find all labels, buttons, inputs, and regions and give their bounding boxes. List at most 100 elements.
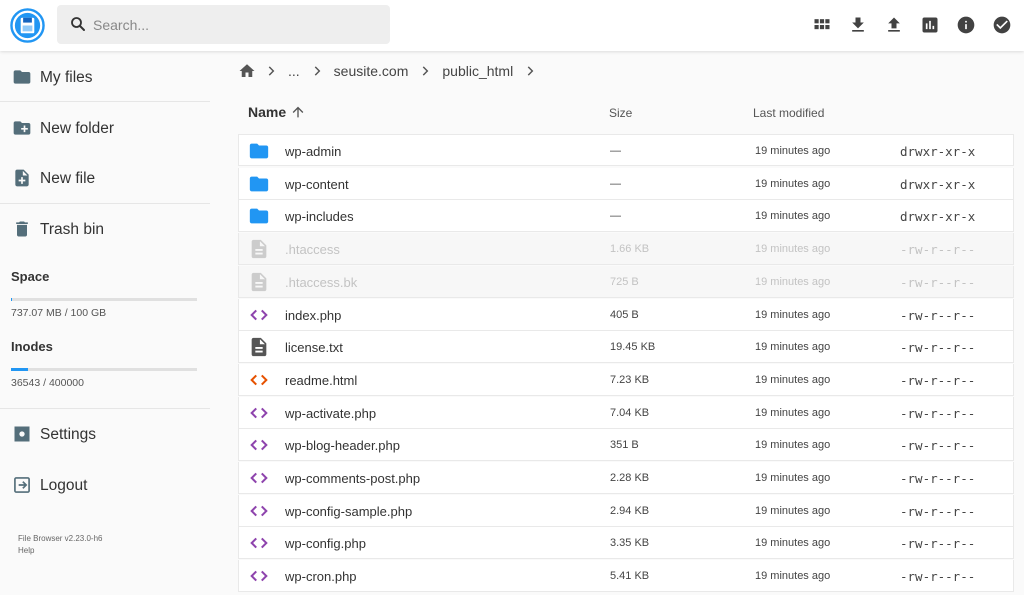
file-modified: 19 minutes ago (755, 210, 831, 223)
top-bar (0, 0, 1024, 51)
search-box[interactable] (57, 5, 390, 44)
file-modified: 19 minutes ago (755, 341, 831, 354)
sort-by-modified[interactable]: Last modified (753, 106, 824, 120)
file-modified: 19 minutes ago (755, 439, 831, 452)
code-icon (248, 565, 270, 587)
table-row[interactable]: wp-blog-header.php 351 B 19 minutes ago -rw… (238, 429, 1014, 462)
floppy-disk-icon[interactable] (10, 8, 45, 43)
table-row[interactable]: license.txt 19.45 KB 19 minutes ago -rw-r--… (238, 331, 1014, 364)
chevron-right-icon (423, 66, 429, 76)
file-permissions: -rw-r--r-- (900, 471, 976, 486)
table-row[interactable]: .htaccess.bk 725 B 19 minutes ago -rw-r--r-… (238, 265, 1014, 298)
sidebar: My files New folder New file Trash bin S… (0, 51, 212, 595)
file-permissions: -rw-r--r-- (900, 274, 976, 290)
sidebar-item-label: Logout (40, 477, 88, 494)
file-modified: 19 minutes ago (755, 275, 831, 288)
inodes-usage-text: 36543 / 400000 (11, 377, 84, 389)
breadcrumb-item[interactable]: public_html (442, 63, 513, 79)
space-usage-text: 737.07 MB / 100 GB (11, 307, 107, 319)
table-row[interactable]: wp-comments-post.php 2.28 KB 19 minutes ag… (238, 462, 1014, 494)
file-name: wp-content (285, 176, 349, 192)
file-size: 405 B (610, 308, 639, 321)
upload-icon[interactable] (882, 13, 906, 37)
code-icon (248, 369, 270, 391)
code-icon (248, 402, 270, 424)
sidebar-item-settings[interactable]: Settings (0, 412, 210, 456)
table-row[interactable]: readme.html 7.23 KB 19 minutes ago -rw-r--r… (238, 363, 1014, 396)
file-name: wp-blog-header.php (285, 438, 400, 454)
file-permissions: drwxr-xr-x (900, 176, 976, 192)
sidebar-item-my-files[interactable]: My files (0, 55, 210, 99)
sidebar-item-label: Trash bin (40, 221, 105, 238)
chevron-right-icon (268, 66, 275, 76)
code-icon (248, 434, 270, 456)
info-icon[interactable] (954, 13, 978, 37)
file-modified: 19 minutes ago (755, 504, 831, 517)
description-icon (248, 336, 270, 358)
sidebar-item-new-file[interactable]: New file (0, 156, 210, 200)
file-modified: 19 minutes ago (755, 373, 831, 386)
file-modified: 19 minutes ago (755, 145, 831, 157)
sort-by-size[interactable]: Size (609, 106, 632, 120)
check-circle-icon[interactable] (990, 13, 1014, 37)
file-size: 725 B (610, 275, 639, 288)
table-row[interactable]: wp-content — 19 minutes ago drwxr-xr-x (238, 167, 1014, 200)
folder-icon (13, 70, 31, 84)
table-row[interactable]: wp-cron.php 5.41 KB 19 minutes ago -rw-r--r… (238, 560, 1014, 593)
table-header: Name Size Last modified (238, 100, 1014, 125)
breadcrumb: ... seusite.com public_html (238, 61, 547, 81)
file-name: .htaccess (285, 242, 340, 258)
table-row[interactable]: wp-admin — 19 minutes ago drwxr-xr-x (238, 134, 1014, 166)
table-row[interactable]: .htaccess 1.66 KB 19 minutes ago -rw-r--r-- (238, 233, 1014, 266)
file-name: wp-config-sample.php (285, 503, 413, 519)
file-name: wp-config.php (285, 536, 366, 552)
grid-view-icon[interactable] (810, 13, 834, 37)
file-name: wp-cron.php (285, 569, 357, 585)
table-row[interactable]: wp-config.php 3.35 KB 19 minutes ago -rw-r-… (238, 527, 1014, 560)
search-input[interactable] (93, 5, 383, 44)
chart-icon[interactable] (918, 13, 942, 37)
sidebar-item-label: My files (40, 69, 93, 86)
file-size: 3.35 KB (610, 537, 650, 550)
sidebar-item-new-folder[interactable]: New folder (0, 106, 210, 150)
divider (0, 408, 210, 409)
file-permissions: drwxr-xr-x (900, 209, 976, 225)
file-modified: 19 minutes ago (755, 308, 831, 321)
file-permissions: -rw-r--r-- (900, 242, 976, 258)
table-row[interactable]: wp-activate.php 7.04 KB 19 minutes ago -rw-… (238, 396, 1014, 429)
credits: File Browser v2.23.0-h6 Help (18, 533, 102, 557)
chevron-right-icon (527, 66, 534, 76)
file-name: wp-admin (285, 144, 342, 159)
sort-by-name[interactable]: Name (248, 104, 286, 120)
file-size: — (610, 177, 621, 190)
file-modified: 19 minutes ago (755, 472, 831, 484)
sidebar-item-logout[interactable]: Logout (0, 463, 210, 507)
file-modified: 19 minutes ago (755, 537, 831, 550)
table-row[interactable]: wp-config-sample.php 2.94 KB 19 minutes ag… (238, 494, 1014, 527)
table-row[interactable]: index.php 405 B 19 minutes ago -rw-r--r-- (238, 298, 1014, 331)
header-actions (810, 13, 1014, 37)
file-name: index.php (285, 307, 342, 323)
home-icon[interactable] (238, 62, 256, 80)
breadcrumb-ellipsis[interactable]: ... (288, 63, 300, 79)
folder-icon (248, 173, 270, 195)
file-modified: 19 minutes ago (755, 406, 831, 419)
sidebar-item-label: New file (40, 170, 96, 187)
file-size: — (610, 210, 621, 223)
file-size: 1.66 KB (610, 243, 650, 256)
sidebar-item-trash-bin[interactable]: Trash bin (0, 207, 210, 251)
file-size: 7.04 KB (610, 406, 650, 419)
file-size: 351 B (610, 439, 639, 452)
table-row[interactable]: wp-includes — 19 minutes ago drwxr-xr-x (238, 200, 1014, 233)
file-name: license.txt (285, 340, 343, 356)
help-link[interactable]: Help (18, 545, 102, 557)
code-icon (248, 500, 270, 522)
file-size: — (610, 145, 621, 157)
create-new-folder-icon (13, 121, 31, 135)
folder-icon (248, 140, 270, 162)
space-title: Space (11, 269, 50, 284)
file-modified: 19 minutes ago (755, 243, 831, 256)
download-icon[interactable] (846, 13, 870, 37)
arrow-upward-icon[interactable] (290, 104, 306, 120)
breadcrumb-item[interactable]: seusite.com (334, 63, 409, 79)
